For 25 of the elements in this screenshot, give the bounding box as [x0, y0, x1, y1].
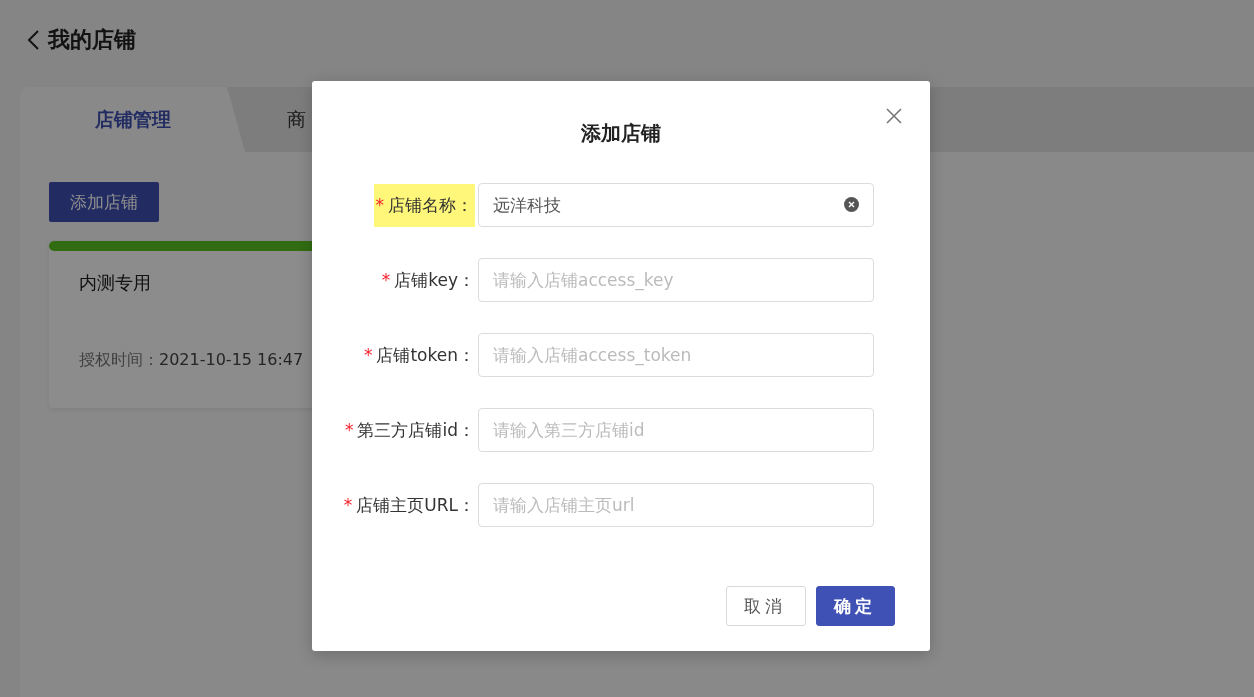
cancel-button[interactable]: 取消 [726, 586, 806, 626]
page-title: 我的店铺 [48, 25, 136, 54]
dialog-title: 添加店铺 [581, 119, 661, 147]
required-mark: * [381, 270, 391, 290]
tab[interactable]: 店铺管理 [20, 87, 245, 152]
input-field[interactable]: 请输入店铺access_token [478, 333, 874, 377]
input-field[interactable]: 请输入店铺access_key [478, 258, 874, 302]
field-label: 店铺名称： [388, 193, 473, 217]
field-label: 店铺key： [394, 268, 475, 292]
input-field[interactable]: 请输入店铺主页url [478, 483, 874, 527]
store-name: 内测专用 [79, 271, 151, 295]
auth-time-value: 2021-10-15 16:47 [159, 350, 304, 371]
clear-icon[interactable] [844, 197, 859, 212]
required-mark: * [363, 345, 373, 365]
auth-time-label: 授权时间： [79, 350, 159, 371]
add-store-button[interactable]: 添加店铺 [49, 182, 159, 222]
required-mark: * [375, 195, 384, 215]
field-label: 店铺主页URL： [356, 493, 475, 517]
field-label: 店铺token： [376, 343, 475, 367]
back-chevron-icon[interactable] [26, 28, 40, 51]
required-mark: * [343, 495, 353, 515]
field-label: 第三方店铺id： [357, 418, 475, 442]
confirm-button[interactable]: 确定 [816, 586, 895, 626]
input-field[interactable]: 远洋科技 [478, 183, 874, 227]
required-mark: * [345, 420, 354, 440]
